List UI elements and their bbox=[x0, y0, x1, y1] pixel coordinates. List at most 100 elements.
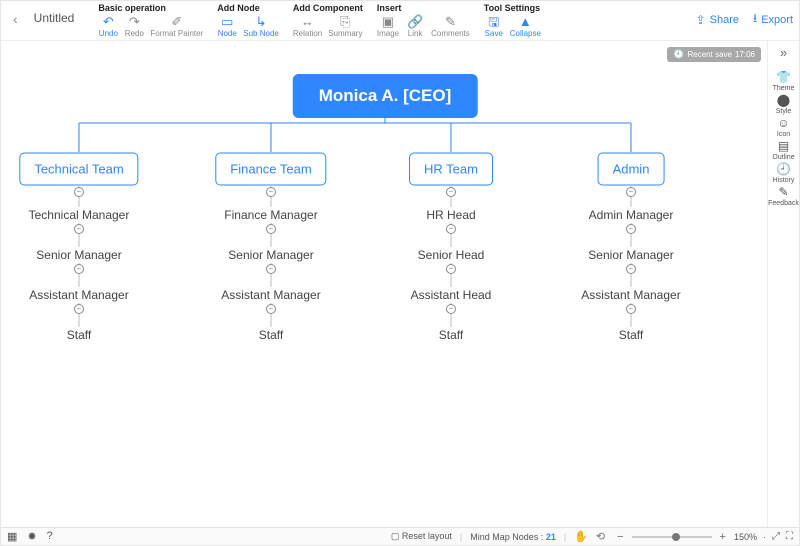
save-icon: 🖫 bbox=[488, 15, 499, 29]
collapse-handle-1-0[interactable]: − bbox=[266, 224, 276, 234]
node-icon: ▭ bbox=[221, 15, 233, 29]
theme-icon: 👕 bbox=[776, 70, 791, 84]
collapse-panel-button[interactable]: » bbox=[780, 45, 787, 60]
chain-node-2-0[interactable]: HR Head bbox=[426, 208, 475, 222]
root-node[interactable]: Monica A. [CEO] bbox=[293, 74, 478, 118]
export-icon: ⭳ bbox=[753, 9, 757, 30]
document-title[interactable]: Untitled bbox=[24, 3, 85, 33]
side-panel: » 👕Theme⬤Style☺Icon▤Outline🕘History✎Feed… bbox=[767, 41, 799, 527]
export-button[interactable]: ⭳Export bbox=[753, 9, 793, 30]
chain-node-1-2[interactable]: Assistant Manager bbox=[221, 288, 320, 302]
feedback-icon: ✎ bbox=[778, 185, 788, 199]
collapse-handle-0-0[interactable]: − bbox=[74, 224, 84, 234]
collapse-icon: ▲ bbox=[519, 15, 532, 29]
link-icon: 🔗 bbox=[407, 15, 423, 29]
team-node-0[interactable]: Technical Team bbox=[19, 153, 138, 186]
share-icon: ⇪ bbox=[696, 13, 706, 27]
chain-node-3-0[interactable]: Admin Manager bbox=[589, 208, 674, 222]
menu-group-tool: Tool Settings🖫Save▲Collapse bbox=[484, 3, 541, 39]
collapse-handle-1-2[interactable]: − bbox=[266, 304, 276, 314]
collapse-handle-0-2[interactable]: − bbox=[74, 304, 84, 314]
zoom-out-button[interactable]: − bbox=[615, 531, 625, 543]
format-painter-button[interactable]: ✐Format Painter bbox=[150, 15, 203, 39]
collapse-handle-0-1[interactable]: − bbox=[74, 264, 84, 274]
side-style[interactable]: ⬤Style bbox=[768, 93, 799, 116]
menu-group-addcomp: Add Component↔Relation⎘Summary bbox=[293, 3, 363, 39]
style-icon: ⬤ bbox=[777, 93, 790, 107]
help-icon[interactable]: ? bbox=[47, 530, 53, 543]
outline-icon: ▤ bbox=[778, 139, 789, 153]
team-node-2[interactable]: HR Team bbox=[409, 153, 493, 186]
team-node-1[interactable]: Finance Team bbox=[215, 153, 326, 186]
side-icon[interactable]: ☺Icon bbox=[768, 116, 799, 139]
node-button[interactable]: ▭Node bbox=[217, 15, 237, 39]
zoom-value: 150% bbox=[734, 532, 757, 542]
relation-button[interactable]: ↔Relation bbox=[293, 15, 322, 39]
chain-node-0-3[interactable]: Staff bbox=[67, 328, 91, 342]
top-toolbar: ‹ Untitled Basic operation↶Undo↷Redo✐For… bbox=[1, 1, 799, 41]
format-painter-icon: ✐ bbox=[171, 15, 182, 29]
collapse-handle-team-2[interactable]: − bbox=[446, 187, 456, 197]
mindmap-canvas[interactable]: 🕘 Recent save 17:06 Monica A. [CEO]Techn… bbox=[1, 41, 767, 527]
image-icon: ▣ bbox=[382, 15, 394, 29]
comments-button[interactable]: ✎Comments bbox=[431, 15, 470, 39]
chain-node-2-3[interactable]: Staff bbox=[439, 328, 463, 342]
recenter-button[interactable]: ⟲ bbox=[596, 530, 605, 543]
collapse-handle-3-0[interactable]: − bbox=[626, 224, 636, 234]
chain-node-2-1[interactable]: Senior Head bbox=[418, 248, 485, 262]
subnode-button[interactable]: ↳Sub Node bbox=[243, 15, 279, 39]
summary-button[interactable]: ⎘Summary bbox=[328, 15, 362, 39]
chain-node-1-1[interactable]: Senior Manager bbox=[228, 248, 313, 262]
chain-node-2-2[interactable]: Assistant Head bbox=[411, 288, 492, 302]
zoom-slider[interactable] bbox=[632, 536, 712, 538]
undo-button[interactable]: ↶Undo bbox=[98, 15, 118, 39]
team-node-3[interactable]: Admin bbox=[598, 153, 665, 186]
collapse-handle-team-3[interactable]: − bbox=[626, 187, 636, 197]
collapse-handle-team-1[interactable]: − bbox=[266, 187, 276, 197]
link-button[interactable]: 🔗Link bbox=[405, 15, 425, 39]
side-history[interactable]: 🕘History bbox=[768, 162, 799, 185]
chain-node-1-3[interactable]: Staff bbox=[259, 328, 283, 342]
history-icon: 🕘 bbox=[776, 162, 791, 176]
zoom-in-button[interactable]: + bbox=[718, 531, 728, 543]
undo-icon: ↶ bbox=[103, 15, 114, 29]
redo-button[interactable]: ↷Redo bbox=[124, 15, 144, 39]
menu-group-basic: Basic operation↶Undo↷Redo✐Format Painter bbox=[98, 3, 203, 39]
back-button[interactable]: ‹ bbox=[7, 3, 24, 35]
image-button[interactable]: ▣Image bbox=[377, 15, 399, 39]
grid-icon[interactable]: ▦ bbox=[7, 530, 17, 543]
icon-icon: ☺ bbox=[777, 116, 789, 130]
reset-layout-button[interactable]: ▢ Reset layout bbox=[391, 531, 452, 542]
collapse-handle-2-2[interactable]: − bbox=[446, 304, 456, 314]
collapse-button[interactable]: ▲Collapse bbox=[510, 15, 541, 39]
collapse-handle-team-0[interactable]: − bbox=[74, 187, 84, 197]
collapse-handle-2-0[interactable]: − bbox=[446, 224, 456, 234]
menu-group-insert: Insert▣Image🔗Link✎Comments bbox=[377, 3, 470, 39]
chain-node-0-2[interactable]: Assistant Manager bbox=[29, 288, 128, 302]
collapse-handle-3-2[interactable]: − bbox=[626, 304, 636, 314]
fit-screen-button[interactable]: ⤢ bbox=[772, 531, 780, 542]
side-feedback[interactable]: ✎Feedback bbox=[768, 185, 799, 208]
node-count: Mind Map Nodes : 21 bbox=[470, 532, 556, 542]
side-outline[interactable]: ▤Outline bbox=[768, 139, 799, 162]
collapse-handle-3-1[interactable]: − bbox=[626, 264, 636, 274]
share-button[interactable]: ⇪Share bbox=[696, 13, 739, 27]
collapse-handle-1-1[interactable]: − bbox=[266, 264, 276, 274]
fullscreen-button[interactable]: ⛶ bbox=[786, 531, 793, 542]
chain-node-3-1[interactable]: Senior Manager bbox=[588, 248, 673, 262]
sun-icon[interactable]: ✸ bbox=[27, 530, 36, 543]
chain-node-3-3[interactable]: Staff bbox=[619, 328, 643, 342]
status-bar: ▦ ✸ ? ▢ Reset layout | Mind Map Nodes : … bbox=[1, 527, 799, 545]
chain-node-1-0[interactable]: Finance Manager bbox=[224, 208, 317, 222]
chain-node-0-0[interactable]: Technical Manager bbox=[29, 208, 130, 222]
comments-icon: ✎ bbox=[445, 15, 456, 29]
collapse-handle-2-1[interactable]: − bbox=[446, 264, 456, 274]
chain-node-0-1[interactable]: Senior Manager bbox=[36, 248, 121, 262]
save-button[interactable]: 🖫Save bbox=[484, 15, 504, 39]
side-theme[interactable]: 👕Theme bbox=[768, 70, 799, 93]
pan-tool[interactable]: ✋ bbox=[574, 530, 588, 543]
relation-icon: ↔ bbox=[301, 15, 314, 29]
subnode-icon: ↳ bbox=[256, 15, 267, 29]
chain-node-3-2[interactable]: Assistant Manager bbox=[581, 288, 680, 302]
summary-icon: ⎘ bbox=[340, 15, 350, 29]
